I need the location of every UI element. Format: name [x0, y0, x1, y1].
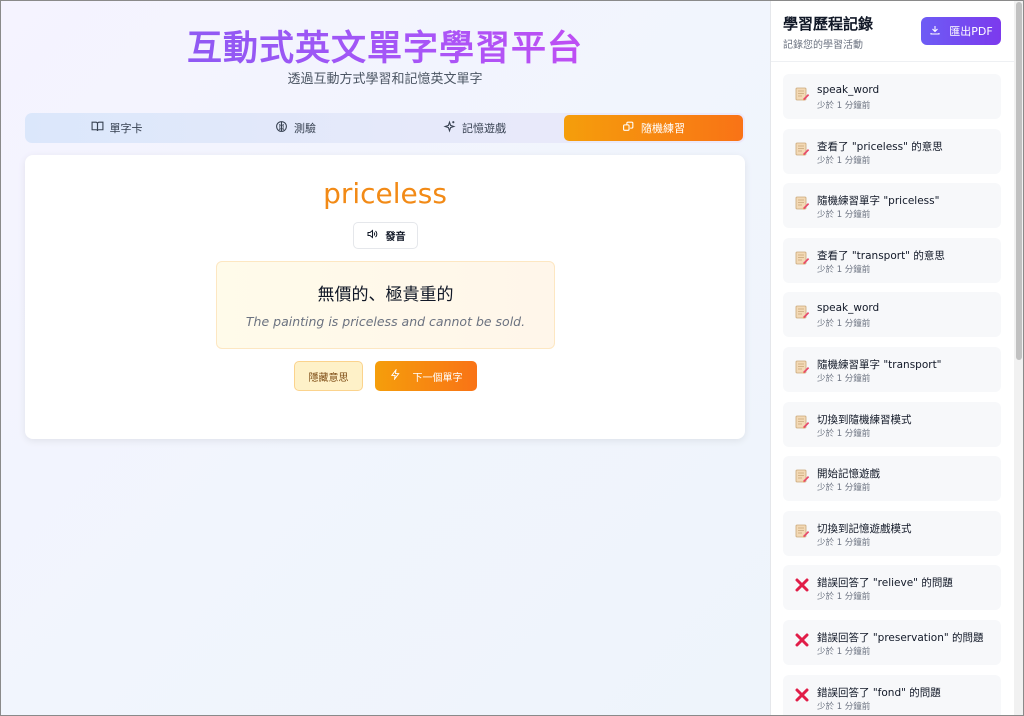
meaning-box: 無價的、極貴重的 The painting is priceless and c…: [216, 261, 555, 349]
tab-label: 單字卡: [109, 122, 143, 135]
history-item: 查看了 "priceless" 的意思 少於 1 分鐘前: [783, 128, 1001, 174]
history-item-time: 少於 1 分鐘前: [817, 210, 871, 221]
speak-button[interactable]: 發音: [353, 222, 418, 249]
history-item-time: 少於 1 分鐘前: [817, 646, 871, 657]
history-item: speak_word 少於 1 分鐘前: [783, 292, 1001, 338]
export-label: 匯出PDF: [949, 25, 993, 38]
history-item-text: 切換到隨機練習模式: [817, 413, 912, 426]
tab-random-practice[interactable]: 隨機練習: [564, 115, 743, 141]
history-item: 錯誤回答了 "relieve" 的問題 少於 1 分鐘前: [783, 565, 1001, 611]
history-sidebar: 學習歷程記錄 記錄您的學習活動 匯出PDF speak_word 少於 1 分鐘前…: [770, 0, 1015, 716]
memo-icon: [794, 414, 810, 430]
history-item-time: 少於 1 分鐘前: [817, 428, 871, 439]
history-item-time: 少於 1 分鐘前: [817, 483, 871, 494]
history-item-time: 少於 1 分鐘前: [817, 373, 871, 384]
cross-icon: [794, 687, 810, 703]
memo-icon: [794, 304, 810, 320]
history-item: 隨機練習單字 "priceless" 少於 1 分鐘前: [783, 183, 1001, 229]
export-pdf-button[interactable]: 匯出PDF: [921, 17, 1001, 45]
memo-icon: [794, 250, 810, 266]
sparkles-icon: [443, 120, 456, 136]
history-item: 隨機練習單字 "transport" 少於 1 分鐘前: [783, 346, 1001, 392]
lightning-icon: [390, 368, 401, 383]
history-item-text: 查看了 "transport" 的意思: [817, 249, 945, 262]
page-title: 互動式英文單字學習平台: [0, 20, 770, 71]
sidebar-scrollbar[interactable]: [1014, 0, 1024, 716]
history-item: 開始記憶遊戲 少於 1 分鐘前: [783, 456, 1001, 502]
history-item-text: 隨機練習單字 "priceless": [817, 195, 940, 208]
history-item-text: 隨機練習單字 "transport": [817, 358, 942, 371]
history-item-text: 開始記憶遊戲: [817, 468, 880, 481]
history-item: speak_word 少於 1 分鐘前: [783, 74, 1001, 119]
current-word: priceless: [323, 177, 447, 210]
sidebar-title: 學習歷程記錄: [783, 15, 874, 33]
main-area: 互動式英文單字學習平台 透過互動方式學習和記憶英文單字 單字卡 測驗 記憶遊戲 …: [0, 0, 770, 716]
cross-icon: [794, 577, 810, 593]
history-item-text: 錯誤回答了 "fond" 的問題: [817, 686, 941, 699]
history-item-time: 少於 1 分鐘前: [817, 537, 871, 548]
example-sentence: The painting is priceless and cannot be …: [245, 314, 526, 329]
sidebar-subtitle: 記錄您的學習活動: [783, 40, 863, 51]
history-item: 切換到記憶遊戲模式 少於 1 分鐘前: [783, 510, 1001, 556]
tab-memory-game[interactable]: 記憶遊戲: [385, 115, 564, 141]
history-item-text: 錯誤回答了 "preservation" 的問題: [817, 631, 984, 644]
memo-icon: [794, 195, 810, 211]
tab-label: 隨機練習: [641, 122, 685, 135]
history-item: 錯誤回答了 "fond" 的問題 少於 1 分鐘前: [783, 674, 1001, 716]
speak-label: 發音: [385, 232, 406, 243]
memo-icon: [794, 468, 810, 484]
download-icon: [929, 24, 941, 39]
memo-icon: [794, 141, 810, 157]
history-item: 錯誤回答了 "preservation" 的問題 少於 1 分鐘前: [783, 619, 1001, 665]
cross-icon: [794, 632, 810, 648]
brain-icon: [275, 120, 288, 136]
history-list: speak_word 少於 1 分鐘前 查看了 "priceless" 的意思 少於 …: [783, 74, 1001, 716]
speaker-icon: [366, 228, 378, 243]
next-word-button[interactable]: 下一個單字: [375, 361, 477, 391]
memo-icon: [794, 359, 810, 375]
next-label: 下一個單字: [412, 372, 463, 384]
history-item-text: speak_word: [817, 302, 880, 315]
history-item-text: 查看了 "priceless" 的意思: [817, 140, 943, 153]
page-subtitle: 透過互動方式學習和記憶英文單字: [287, 72, 483, 87]
mode-tabs: 單字卡 測驗 記憶遊戲 隨機練習: [25, 113, 745, 143]
history-item-text: 切換到記憶遊戲模式: [817, 522, 912, 535]
book-icon: [91, 120, 104, 136]
tab-label: 測驗: [294, 122, 316, 135]
hide-meaning-button[interactable]: 隱藏意思: [294, 361, 363, 391]
history-item-text: 錯誤回答了 "relieve" 的問題: [817, 577, 953, 590]
history-item: 查看了 "transport" 的意思 少於 1 分鐘前: [783, 237, 1001, 283]
history-item-time: 少於 1 分鐘前: [817, 319, 871, 330]
tab-quiz[interactable]: 測驗: [206, 115, 385, 141]
history-item-time: 少於 1 分鐘前: [817, 264, 871, 275]
memo-icon: [794, 523, 810, 539]
history-item-time: 少於 1 分鐘前: [817, 701, 871, 712]
memo-icon: [794, 86, 810, 102]
word-meaning: 無價的、極貴重的: [317, 285, 454, 305]
history-item-time: 少於 1 分鐘前: [817, 592, 871, 603]
tab-label: 記憶遊戲: [462, 122, 506, 135]
practice-card: priceless 發音 無價的、極貴重的 The painting is pr…: [25, 155, 745, 439]
history-item-time: 少於 1 分鐘前: [817, 101, 871, 111]
history-item: 切換到隨機練習模式 少於 1 分鐘前: [783, 401, 1001, 447]
history-item-time: 少於 1 分鐘前: [817, 155, 871, 166]
shuffle-icon: [622, 120, 635, 136]
sidebar-header: 學習歷程記錄 記錄您的學習活動 匯出PDF: [771, 0, 1015, 62]
tab-flashcards[interactable]: 單字卡: [27, 115, 206, 141]
scrollbar-thumb[interactable]: [1016, 2, 1022, 360]
history-item-text: speak_word: [817, 84, 880, 96]
